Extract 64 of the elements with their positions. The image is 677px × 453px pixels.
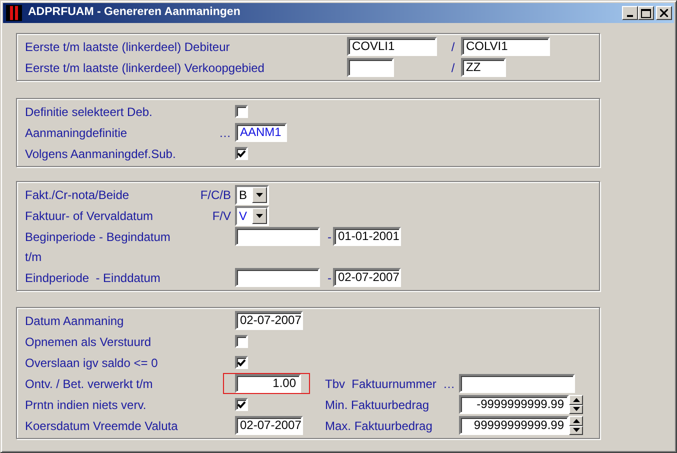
close-icon [660,9,668,17]
separator-text: - [326,228,332,246]
separator-text: / [450,38,456,56]
spin-up-button[interactable] [569,416,583,426]
text-field[interactable] [347,58,394,77]
caret-up-icon [572,398,580,402]
format-hint: F/V [212,208,231,224]
checkbox[interactable] [235,356,248,369]
text-field[interactable]: 99999999999.99 [459,416,569,435]
checkbox[interactable] [235,147,248,160]
field-label: t/m [25,249,42,266]
text-field[interactable]: 01-01-2001 [333,227,401,246]
text-field[interactable]: AANM1 [235,123,287,142]
caret-down-icon [256,214,263,218]
text-field[interactable] [235,268,320,287]
text-field[interactable] [235,227,320,246]
field-label: Prntn indien niets verv. [25,396,146,414]
lookup-ellipsis[interactable]: … [219,124,231,142]
field-label: Eerste t/m laatste (linkerdeel) Verkoopgebied [25,60,264,76]
field-label: Definitie selekteert Deb. [25,104,152,120]
spin-up-button[interactable] [569,395,583,404]
checkbox[interactable] [235,105,248,118]
text-field[interactable]: 02-07-2007 [235,416,303,435]
text-field[interactable]: 02-07-2007 [235,311,303,330]
text-field[interactable]: COVLI1 [347,37,437,56]
format-hint: F/C/B [200,186,231,204]
window-title: ADPRFUAM - Genereren Aanmaningen [28,5,240,20]
text-field[interactable] [459,374,575,393]
text-field[interactable]: ZZ [461,58,506,77]
field-label: Ontv. / Bet. verwerkt t/m [25,376,153,392]
field-label: Faktuur- of Vervaldatum [25,208,154,224]
field-label: Tbv Faktuurnummer [325,376,436,392]
dropdown[interactable]: V [235,206,269,226]
text-field[interactable]: COLVI1 [461,37,550,56]
maximize-icon [641,8,651,18]
field-label: Max. Faktuurbedrag [325,418,432,434]
text-field[interactable]: 1.00 [235,374,301,393]
close-button[interactable] [656,6,672,20]
caret-down-icon [572,407,580,412]
field-label: Eerste t/m laatste (linkerdeel) Debiteur [25,38,230,56]
text-field[interactable]: 02-07-2007 [333,268,401,287]
lookup-ellipsis[interactable]: … [443,374,455,392]
caret-down-icon [572,428,580,432]
field-label: Beginperiode - Begindatum [25,228,170,246]
field-label: Overslaan igv saldo <= 0 [25,354,158,372]
field-label: Fakt./Cr-nota/Beide [25,186,130,204]
caret-up-icon [572,418,580,423]
field-label: Aanmaningdefinitie [25,124,128,142]
maximize-button[interactable] [638,6,654,20]
checkbox[interactable] [235,398,248,411]
separator-text: - [326,270,332,286]
field-label: Volgens Aanmaningdef.Sub. [25,146,176,162]
caret-down-icon [256,192,263,196]
field-label: Koersdatum Vreemde Valuta [25,418,178,434]
field-label: Datum Aanmaning [25,312,124,330]
separator-text: / [450,60,456,76]
field-label: Eindperiode - Einddatum [25,270,160,286]
checkbox[interactable] [235,335,248,348]
field-label: Min. Faktuurbedrag [325,396,430,414]
field-label: Opnemen als Verstuurd [25,334,152,350]
dropdown[interactable]: B [235,184,269,204]
app-icon [6,5,22,21]
minimize-button[interactable] [622,6,638,20]
text-field[interactable]: -9999999999.99 [459,395,569,414]
